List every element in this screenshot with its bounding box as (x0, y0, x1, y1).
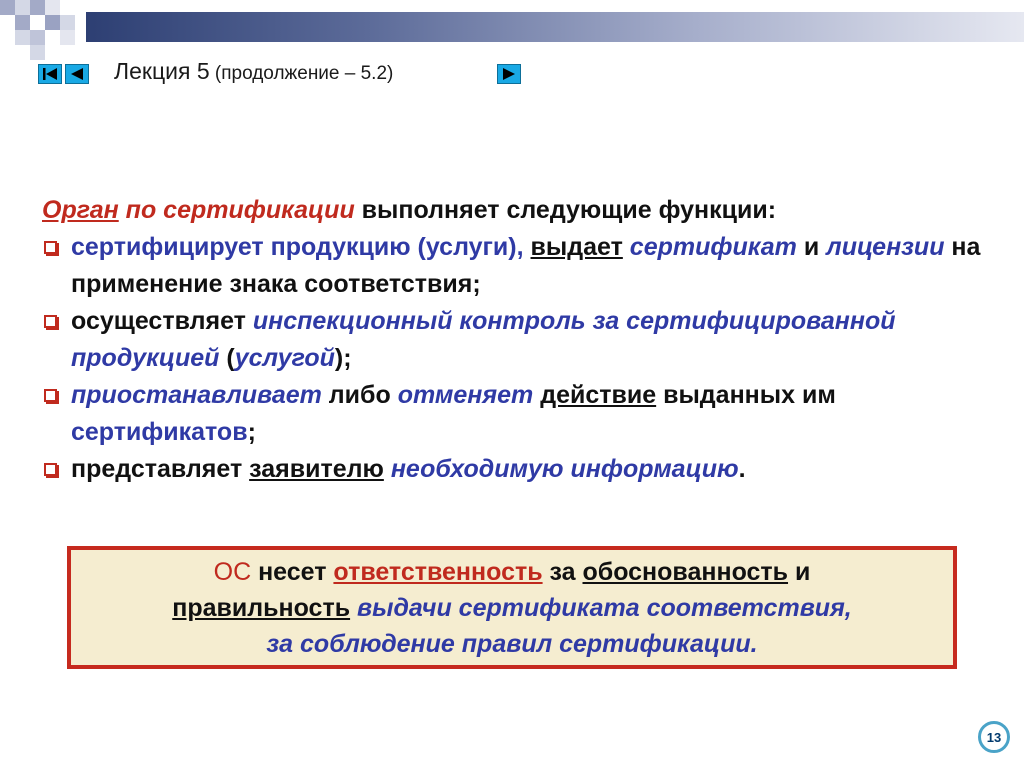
b3-libo: либо (321, 381, 398, 409)
b1-vydaet: выдает (530, 233, 623, 261)
b2-text: осуществляет (71, 307, 253, 335)
box-line-1: ОС несет ответственность за обоснованнос… (214, 554, 811, 590)
box-space (350, 594, 357, 622)
b4-zayavitelyu: заявителю (249, 455, 384, 483)
intro-rest: выполняет следующие функции: (354, 196, 777, 224)
b4-space (384, 455, 391, 483)
intro-line: Орган по сертификации выполняет следующи… (42, 192, 1002, 229)
deco-square (30, 45, 45, 60)
next-slide-button[interactable] (497, 64, 521, 84)
checkbox-bullet-icon (44, 315, 57, 328)
b1-text: сертифицирует продукцию (услуги), (71, 233, 531, 261)
first-slide-button[interactable] (38, 64, 62, 84)
deco-square (45, 0, 60, 15)
slide-title: Лекция 5 (продолжение – 5.2) (114, 58, 393, 85)
b3-deystvie: действие (540, 381, 657, 409)
triangle-right-icon (503, 68, 515, 80)
b1-sertifikat: сертификат (629, 233, 797, 261)
deco-square (45, 15, 60, 30)
previous-slide-button[interactable] (65, 64, 89, 84)
box-soblyudenie: за соблюдение правил сертификации. (266, 629, 758, 658)
b3-priostanavlivaet: приостанавливает (71, 381, 322, 409)
lecture-title: Лекция 5 (114, 58, 210, 84)
deco-square (60, 30, 75, 45)
box-obosnovannost: обоснованность (582, 557, 789, 586)
box-za: за (542, 557, 583, 586)
box-otvetstvennost: ответственность (333, 557, 543, 586)
deco-square (30, 0, 45, 15)
deco-square (60, 15, 75, 30)
list-item: осуществляет инспекционный контроль за с… (42, 303, 1002, 377)
b1-space (623, 233, 630, 261)
b2-end: ); (334, 344, 352, 372)
box-line-2: правильность выдачи сертификата соответс… (172, 590, 851, 626)
box-i: и (788, 557, 811, 586)
box-line-3: за соблюдение правил сертификации. (266, 626, 757, 662)
b3-end: ; (247, 418, 256, 446)
header-decoration (0, 0, 1024, 60)
deco-square (15, 15, 30, 30)
b4-end: . (738, 455, 746, 483)
box-os: ОС (213, 557, 252, 586)
lecture-subtitle: (продолжение – 5.2) (209, 63, 394, 84)
term-po-sertifikacii: по сертификации (118, 196, 355, 224)
list-item: приостанавливает либо отменяет действие … (42, 377, 1002, 451)
box-pravilnost: правильность (172, 593, 351, 622)
b3-vydannyh: выданных им (656, 381, 836, 409)
slide-body: Орган по сертификации выполняет следующи… (42, 192, 1002, 488)
deco-square (30, 30, 45, 45)
list-item: представляет заявителю необходимую инфор… (42, 451, 1002, 488)
b4-text: представляет (71, 455, 250, 483)
b3-sertifikatov: сертификатов (71, 418, 248, 446)
checkbox-bullet-icon (44, 241, 57, 254)
b3-otmenyaet: отменяет (397, 381, 534, 409)
skip-to-start-icon (43, 68, 57, 80)
checkbox-bullet-icon (44, 463, 57, 476)
list-item: сертифицирует продукцию (услуги), выдает… (42, 229, 1002, 303)
box-vydachi: выдачи сертификата соответствия, (357, 593, 852, 622)
b1-licenzii: лицензии (826, 233, 945, 261)
page-number-badge: 13 (978, 721, 1010, 753)
responsibility-box: ОС несет ответственность за обоснованнос… (67, 546, 957, 669)
deco-square (15, 0, 30, 15)
page-number: 13 (986, 729, 1002, 745)
b1-and: и (796, 233, 827, 261)
header-gradient-bar (86, 12, 1024, 42)
b2-paren: ( (219, 344, 235, 372)
b4-informaciyu: необходимую информацию (390, 455, 739, 483)
deco-square (0, 0, 15, 15)
term-organ: Орган (42, 196, 119, 224)
deco-square (15, 30, 30, 45)
b2-uslugoy: услугой (234, 344, 335, 372)
triangle-left-icon (71, 68, 83, 80)
checkbox-bullet-icon (44, 389, 57, 402)
box-neset: несет (251, 557, 334, 586)
